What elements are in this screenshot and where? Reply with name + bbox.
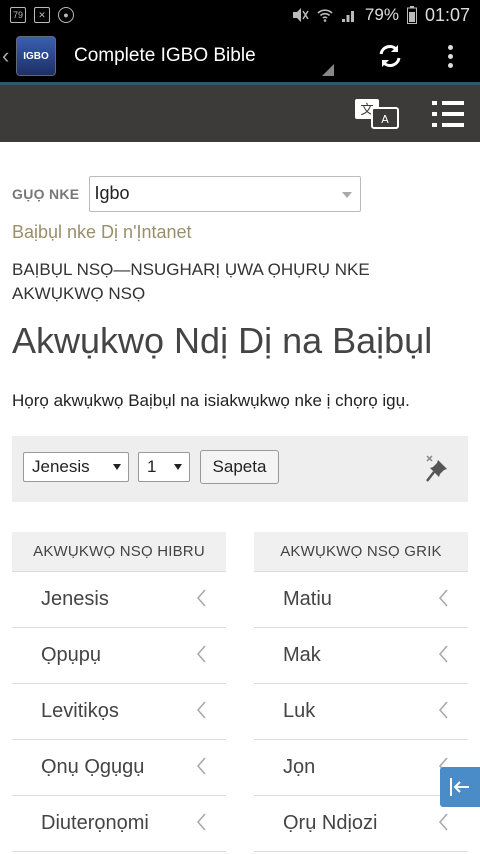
translate-button[interactable]: 文 A: [354, 98, 400, 130]
chevron-left-icon: [438, 813, 448, 831]
app-bar: ‹ IGBO Complete IGBO Bible: [0, 30, 480, 82]
book-item[interactable]: Ọrụ Ndịozi: [254, 796, 468, 852]
chevron-left-icon: [438, 589, 448, 607]
book-navigator: Jenesis 1 Sapeta: [12, 436, 468, 502]
book-item[interactable]: Ọnụ Ọgụgụ: [12, 740, 226, 796]
arrow-left-bar-icon: [450, 778, 469, 796]
chevron-left-icon: [196, 701, 206, 719]
battery-icon: [406, 6, 417, 24]
go-button[interactable]: Sapeta: [200, 450, 279, 484]
chevron-down-icon: [342, 192, 353, 198]
hebrew-scriptures-list: AKWỤKWỌ NSỌ HIBRU Jenesis Ọpụpụ Levitikọ…: [12, 532, 226, 852]
svg-text:A: A: [381, 113, 389, 126]
hamburger-menu-button[interactable]: [432, 101, 464, 127]
battery-percent: 79%: [364, 5, 399, 24]
refresh-button[interactable]: [360, 30, 420, 82]
greek-scriptures-header: AKWỤKWỌ NSỌ GRIK: [254, 532, 468, 572]
book-name: Matiu: [283, 588, 332, 610]
chevron-left-icon: [196, 589, 206, 607]
chevron-left-icon: [438, 701, 448, 719]
app-title: Complete IGBO Bible: [74, 45, 256, 66]
book-name: Jenesis: [41, 588, 109, 610]
notification-icon: 79: [10, 7, 26, 23]
clock: 01:07: [424, 4, 470, 25]
chevron-down-icon: [113, 464, 121, 470]
hebrew-scriptures-header: AKWỤKWỌ NSỌ HIBRU: [12, 532, 226, 572]
overflow-menu-icon: [447, 44, 453, 68]
status-bar: 79 ✕ ● 79% 01:07: [0, 0, 480, 30]
translate-icon: 文 A: [355, 99, 399, 129]
chevron-down-icon: [174, 464, 182, 470]
book-name: Levitikọs: [41, 700, 119, 722]
pin-icon: [426, 455, 447, 482]
greek-scriptures-list: AKWỤKWỌ NSỌ GRIK Matiu Mak Luk Jọn Ọrụ N…: [254, 532, 468, 852]
chapter-select-value: 1: [147, 457, 157, 476]
book-name: Ọpụpụ: [41, 644, 102, 666]
site-header: 文 A: [0, 85, 480, 142]
chapter-select[interactable]: 1: [138, 452, 190, 482]
book-item[interactable]: Levitikọs: [12, 684, 226, 740]
signal-icon: [341, 11, 354, 22]
book-name: Mak: [283, 644, 321, 666]
online-bible-link[interactable]: Baịbụl nke Dị n'Ịntanet: [12, 222, 192, 243]
collapse-panel-button[interactable]: [440, 767, 480, 807]
book-item[interactable]: Diuterọnọmi: [12, 796, 226, 852]
book-select-value: Jenesis: [32, 457, 90, 476]
dropdown-corner-indicator: [322, 64, 334, 76]
wifi-icon: [317, 9, 333, 22]
intro-text: Họrọ akwụkwọ Baịbụl na isiakwụkwọ nke ị …: [12, 391, 410, 410]
section-kicker: BAỊBỤL NSỌ—NSUGHARỊ ỤWA ỌHỤRỤ NKE AKWỤKW…: [12, 260, 370, 303]
mute-icon: [292, 8, 309, 22]
language-selected: Igbo: [94, 183, 130, 203]
book-item[interactable]: Jọn: [254, 740, 468, 796]
app-logo[interactable]: IGBO: [16, 36, 56, 76]
page-title: Akwụkwọ Ndị Dị na Baịbụl: [12, 320, 433, 361]
language-select[interactable]: Igbo: [89, 176, 362, 212]
language-row: GỤỌ NKE Igbo: [12, 176, 362, 212]
book-item[interactable]: Matiu: [254, 572, 468, 628]
pin-button[interactable]: [424, 452, 454, 484]
back-chevron-icon[interactable]: ‹: [2, 43, 16, 69]
app-notification-icon: ●: [58, 7, 74, 23]
gallery-notification-icon: ✕: [34, 7, 50, 23]
chevron-left-icon: [196, 813, 206, 831]
book-item[interactable]: Luk: [254, 684, 468, 740]
book-item[interactable]: Mak: [254, 628, 468, 684]
book-name: Diuterọnọmi: [41, 812, 149, 834]
chevron-left-icon: [196, 645, 206, 663]
book-select[interactable]: Jenesis: [23, 452, 129, 482]
book-item[interactable]: Jenesis: [12, 572, 226, 628]
language-label: GỤỌ NKE: [12, 186, 80, 202]
chevron-left-icon: [438, 645, 448, 663]
overflow-menu-button[interactable]: [420, 30, 480, 82]
refresh-icon: [379, 45, 401, 67]
book-name: Ọnụ Ọgụgụ: [41, 756, 145, 778]
status-notifications: 79 ✕ ●: [10, 7, 74, 23]
book-name: Jọn: [283, 756, 316, 778]
hamburger-menu-icon: [432, 101, 464, 105]
book-name: Ọrụ Ndịozi: [283, 812, 378, 834]
book-name: Luk: [283, 700, 316, 722]
book-item[interactable]: Ọpụpụ: [12, 628, 226, 684]
app-logo-text: IGBO: [23, 50, 49, 62]
chevron-left-icon: [196, 757, 206, 775]
